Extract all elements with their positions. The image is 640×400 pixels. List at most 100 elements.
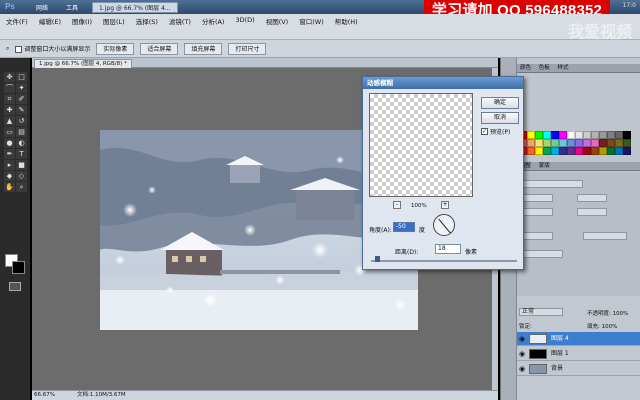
angle-input[interactable]: -50 xyxy=(393,222,415,232)
tab-color[interactable]: 颜色 xyxy=(520,65,531,71)
pen-tool-icon[interactable]: ✒ xyxy=(4,149,15,159)
dodge-tool-icon[interactable]: ◐ xyxy=(16,138,27,148)
3d-camera-tool-icon[interactable]: ◇ xyxy=(16,171,27,181)
color-swatch[interactable] xyxy=(615,131,623,139)
stamp-tool-icon[interactable]: ▲ xyxy=(4,116,15,126)
color-swatch[interactable] xyxy=(575,139,583,147)
color-swatch[interactable] xyxy=(551,139,559,147)
visibility-eye-icon[interactable]: ◉ xyxy=(519,365,526,373)
color-swatch[interactable] xyxy=(543,131,551,139)
menu-edit[interactable]: 编辑(E) xyxy=(39,16,61,26)
color-swatch[interactable] xyxy=(543,147,551,155)
tab-swatches[interactable]: 色板 xyxy=(539,65,550,71)
layer-row[interactable]: ◉ 图层 1 xyxy=(517,347,640,361)
menu-layer[interactable]: 图层(L) xyxy=(103,16,125,26)
color-swatch[interactable] xyxy=(607,147,615,155)
background-color-swatch[interactable] xyxy=(12,261,25,274)
menu-analysis[interactable]: 分析(A) xyxy=(202,16,225,26)
blur-tool-icon[interactable]: ● xyxy=(4,138,15,148)
menu-select[interactable]: 选择(S) xyxy=(136,16,158,26)
font-size-field[interactable] xyxy=(523,194,553,202)
visibility-eye-icon[interactable]: ◉ xyxy=(519,335,526,343)
color-field[interactable] xyxy=(583,232,627,240)
scale-field[interactable] xyxy=(523,232,553,240)
color-swatch[interactable] xyxy=(551,131,559,139)
menu-image[interactable]: 图像(I) xyxy=(72,16,92,26)
color-swatch[interactable] xyxy=(615,147,623,155)
language-select[interactable] xyxy=(523,250,563,258)
color-swatch[interactable] xyxy=(535,147,543,155)
color-swatch[interactable] xyxy=(623,139,631,147)
color-swatch[interactable] xyxy=(559,131,567,139)
cancel-button[interactable]: 取消 xyxy=(481,112,519,124)
hand-tool-icon[interactable]: ✋ xyxy=(4,182,15,192)
color-swatch[interactable] xyxy=(527,147,535,155)
color-swatch[interactable] xyxy=(567,139,575,147)
color-swatch[interactable] xyxy=(607,139,615,147)
taskbar-tab-active[interactable]: 1.jpg @ 66.7% (图层 4... xyxy=(92,1,178,13)
preview-zoom-out-button[interactable]: - xyxy=(393,201,401,209)
brush-tool-icon[interactable]: ✎ xyxy=(16,105,27,115)
zoom-tool-icon[interactable]: ⌕ xyxy=(6,45,9,53)
gradient-tool-icon[interactable]: ▤ xyxy=(16,127,27,137)
lasso-tool-icon[interactable]: ⌒ xyxy=(4,83,15,93)
color-swatch[interactable] xyxy=(599,139,607,147)
preview-option[interactable]: ✓ 预览(P) xyxy=(481,127,510,136)
color-swatch[interactable] xyxy=(583,147,591,155)
distance-slider-thumb[interactable] xyxy=(375,256,380,262)
color-swatch[interactable] xyxy=(567,131,575,139)
menu-file[interactable]: 文件(F) xyxy=(6,16,28,26)
swatches-grid[interactable] xyxy=(519,131,631,155)
menu-window[interactable]: 窗口(W) xyxy=(299,16,324,26)
color-swatch[interactable] xyxy=(623,131,631,139)
fill-screen-button[interactable]: 填充屏幕 xyxy=(184,42,223,55)
menu-3d[interactable]: 3D(D) xyxy=(235,16,254,26)
adjustments-panel-tabs[interactable]: 调整 蒙版 xyxy=(517,162,640,171)
quick-select-tool-icon[interactable]: ✦ xyxy=(16,83,27,93)
shape-tool-icon[interactable]: ■ xyxy=(16,160,27,170)
color-swatch[interactable] xyxy=(559,147,567,155)
color-swatch[interactable] xyxy=(559,139,567,147)
tab-styles[interactable]: 样式 xyxy=(558,65,569,71)
color-swatch[interactable] xyxy=(527,139,535,147)
top-menu-tools[interactable]: 工具 xyxy=(66,3,78,12)
crop-tool-icon[interactable]: ⌗ xyxy=(4,94,15,104)
distance-input[interactable]: 18 xyxy=(435,244,461,254)
color-swatch[interactable] xyxy=(599,147,607,155)
color-swatch[interactable] xyxy=(575,147,583,155)
color-swatch[interactable] xyxy=(591,139,599,147)
path-select-tool-icon[interactable]: ▸ xyxy=(4,160,15,170)
print-size-button[interactable]: 打印尺寸 xyxy=(228,42,267,55)
tracking-field[interactable] xyxy=(577,208,607,216)
document-tab[interactable]: 1.jpg @ 66.7% (图层 4, RGB/8) * xyxy=(34,59,132,68)
filter-preview[interactable] xyxy=(369,93,473,197)
resize-windows-checkbox[interactable] xyxy=(15,46,23,53)
quick-mask-button[interactable] xyxy=(9,282,21,291)
history-brush-tool-icon[interactable]: ↺ xyxy=(16,116,27,126)
menu-view[interactable]: 视图(V) xyxy=(266,16,289,26)
type-tool-icon[interactable]: T xyxy=(16,149,27,159)
marquee-tool-icon[interactable]: □ xyxy=(16,72,27,82)
3d-tool-icon[interactable]: ◆ xyxy=(4,171,15,181)
healing-tool-icon[interactable]: ✚ xyxy=(4,105,15,115)
color-swatch[interactable] xyxy=(551,147,559,155)
actual-pixels-button[interactable]: 实际像素 xyxy=(96,42,135,55)
kerning-field[interactable] xyxy=(523,208,553,216)
fit-screen-button[interactable]: 适合屏幕 xyxy=(140,42,179,55)
color-swatch[interactable] xyxy=(607,131,615,139)
preview-zoom-in-button[interactable]: + xyxy=(441,201,449,209)
ok-button[interactable]: 确定 xyxy=(481,97,519,109)
color-swatch[interactable] xyxy=(583,139,591,147)
color-swatch[interactable] xyxy=(623,147,631,155)
color-swatch[interactable] xyxy=(535,131,543,139)
color-swatch[interactable] xyxy=(591,147,599,155)
zoom-tool-icon[interactable]: ⌕ xyxy=(16,182,27,192)
top-menu-network[interactable]: 网络 xyxy=(36,3,48,12)
visibility-eye-icon[interactable]: ◉ xyxy=(519,350,526,358)
color-panel-tabs[interactable]: 颜色 色板 样式 xyxy=(517,64,640,73)
color-swatch[interactable] xyxy=(599,131,607,139)
blend-mode-select[interactable]: 正常 xyxy=(519,308,563,316)
color-swatch[interactable] xyxy=(567,147,575,155)
color-swatch[interactable] xyxy=(527,131,535,139)
leading-field[interactable] xyxy=(577,194,607,202)
